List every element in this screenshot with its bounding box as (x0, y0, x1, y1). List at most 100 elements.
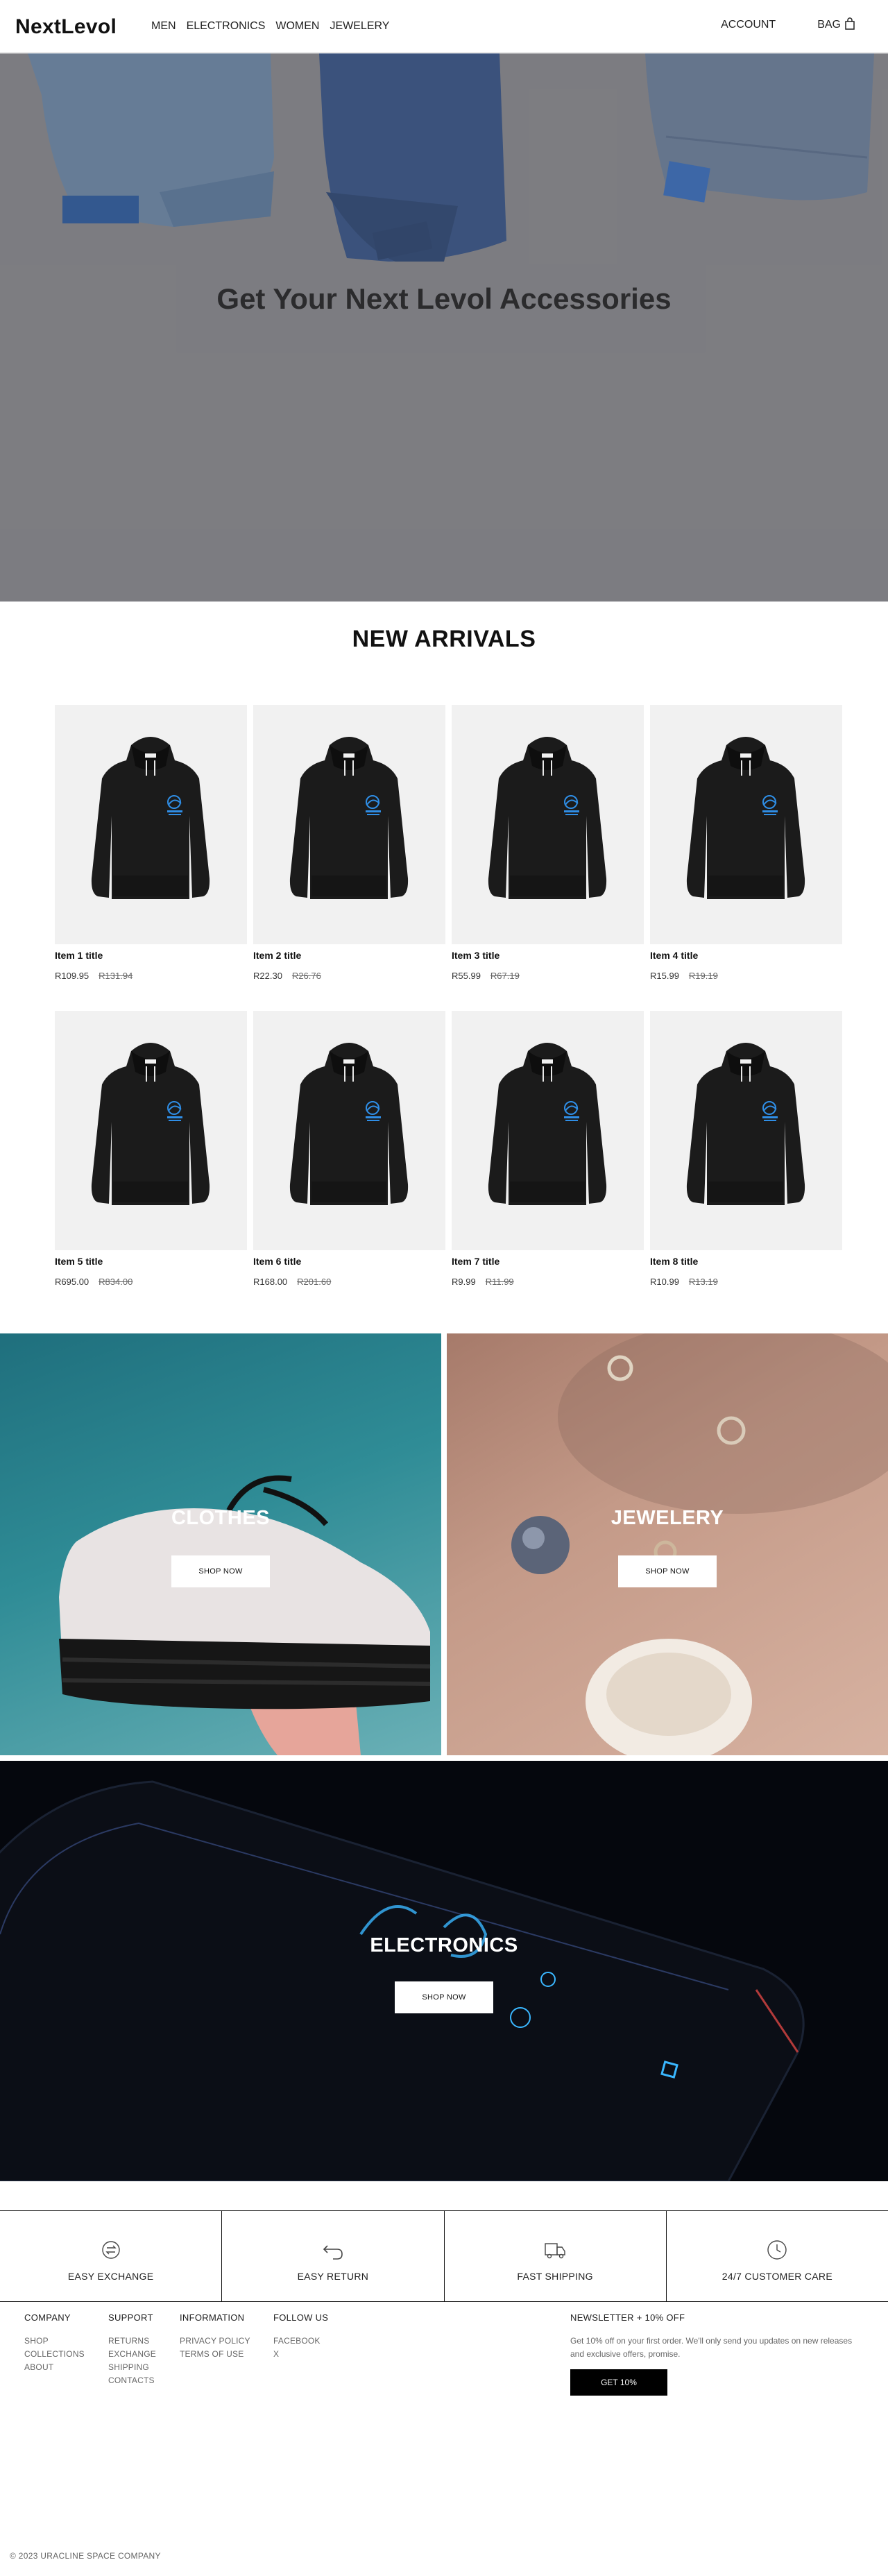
hero-overlay (0, 53, 888, 602)
footer-newsletter: NEWSLETTER + 10% OFF Get 10% off on your… (570, 2312, 862, 2396)
electronics-phone-image (0, 1761, 888, 2181)
hoodie-image (289, 1043, 409, 1205)
new-arrivals-title: NEW ARRIVALS (352, 626, 536, 652)
nav-men[interactable]: MEN (151, 20, 176, 33)
nav-jewelery[interactable]: JEWELERY (330, 20, 389, 33)
product-prices: R695.00 R834.00 (55, 1277, 247, 1287)
product-image (55, 1011, 247, 1250)
product-card[interactable]: Item 4 title R15.99 R19.19 (650, 705, 842, 1011)
category-tile-electronics[interactable]: ELECTRONICS SHOP NOW (0, 1761, 888, 2181)
product-title: Item 4 title (650, 950, 699, 961)
nav-electronics[interactable]: ELECTRONICS (187, 20, 266, 33)
product-card[interactable]: Item 7 title R9.99 R11.99 (452, 1011, 644, 1317)
footer-support-title: SUPPORT (108, 2312, 153, 2323)
category-tile-clothes[interactable]: CLOTHES SHOP NOW (0, 1333, 441, 1755)
footer-company-title: COMPANY (24, 2312, 71, 2323)
footer-link-privacy[interactable]: PRIVACY POLICY (180, 2335, 250, 2348)
product-prices: R9.99 R11.99 (452, 1277, 644, 1287)
footer-information: INFORMATION PRIVACY POLICY TERMS OF USE (180, 2312, 250, 2361)
product-price: R15.99 (650, 971, 679, 981)
newsletter-text: Get 10% off on your first order. We'll o… (570, 2336, 853, 2359)
product-title: Item 7 title (452, 1256, 500, 1267)
product-old-price: R834.00 (99, 1277, 133, 1287)
product-prices: R22.30 R26.76 (253, 971, 445, 981)
shopping-bag-icon (845, 17, 855, 30)
hoodie-image (91, 1043, 210, 1205)
product-image (253, 705, 445, 944)
product-image (253, 1011, 445, 1250)
newsletter-button[interactable]: GET 10% (570, 2369, 667, 2396)
footer-link-terms[interactable]: TERMS OF USE (180, 2348, 250, 2361)
hoodie-image (289, 737, 409, 899)
product-image (650, 1011, 842, 1250)
copyright: © 2023 URACLINE SPACE COMPANY (10, 2551, 161, 2561)
footer-link-x[interactable]: X (273, 2348, 328, 2361)
product-price: R9.99 (452, 1277, 476, 1287)
service-easy-return[interactable]: EASY RETURN (222, 2211, 445, 2301)
product-old-price: R13.19 (688, 1277, 718, 1287)
account-link[interactable]: ACCOUNT (721, 19, 776, 31)
jewelery-label: JEWELERY (610, 1507, 724, 1529)
site-footer: COMPANY SHOP COLLECTIONS ABOUT SUPPORT R… (0, 2303, 888, 2576)
product-title: Item 5 title (55, 1256, 103, 1267)
product-image (650, 705, 842, 944)
footer-link-shop[interactable]: SHOP (24, 2335, 85, 2348)
service-easy-exchange[interactable]: EASY EXCHANGE (0, 2211, 223, 2301)
footer-link-exchange[interactable]: EXCHANGE (108, 2348, 156, 2361)
product-old-price: R11.99 (485, 1277, 514, 1287)
header-actions: ACCOUNT BAG (721, 17, 855, 31)
product-prices: R109.95 R131.94 (55, 971, 247, 981)
shop-jewelery-button[interactable]: SHOP NOW (618, 1555, 717, 1587)
product-prices: R15.99 R19.19 (650, 971, 842, 981)
footer-link-facebook[interactable]: FACEBOOK (273, 2335, 328, 2348)
category-tiles: CLOTHES SHOP NOW JEWELERY SHOP NOW (0, 1333, 888, 1755)
footer-link-shipping[interactable]: SHIPPING (108, 2361, 156, 2374)
return-arrow-icon (323, 2245, 343, 2260)
footer-company: COMPANY SHOP COLLECTIONS ABOUT (24, 2312, 85, 2374)
category-tile-jewelery[interactable]: JEWELERY SHOP NOW (447, 1333, 888, 1755)
hoodie-image (488, 1043, 607, 1205)
footer-link-about[interactable]: ABOUT (24, 2361, 85, 2374)
product-title: Item 2 title (253, 950, 302, 961)
nav-women[interactable]: WOMEN (275, 20, 319, 33)
bag-link[interactable]: BAG (817, 17, 855, 31)
product-prices: R168.00 R201.60 (253, 1277, 445, 1287)
product-card[interactable]: Item 6 title R168.00 R201.60 (253, 1011, 445, 1317)
jewelery-image (511, 1333, 888, 1755)
service-label: 24/7 CUSTOMER CARE (722, 2271, 832, 2282)
product-title: Item 8 title (650, 1256, 699, 1267)
product-image (55, 705, 247, 944)
footer-link-returns[interactable]: RETURNS (108, 2335, 156, 2348)
truck-icon (545, 2243, 565, 2259)
product-price: R695.00 (55, 1277, 89, 1287)
shop-clothes-button[interactable]: SHOP NOW (171, 1555, 270, 1587)
clothes-shoe-image (59, 1475, 431, 1755)
footer-link-collections[interactable]: COLLECTIONS (24, 2348, 85, 2361)
product-title: Item 6 title (253, 1256, 302, 1267)
product-old-price: R67.19 (490, 971, 520, 981)
product-card[interactable]: Item 2 title R22.30 R26.76 (253, 705, 445, 1011)
shop-electronics-button[interactable]: SHOP NOW (395, 1981, 493, 2013)
electronics-label: ELECTRONICS (370, 1934, 518, 1956)
hoodie-image (91, 737, 210, 899)
product-card[interactable]: Item 1 title R109.95 R131.94 (55, 705, 247, 1011)
service-bar: EASY EXCHANGE EASY RETURN FAST SHIPPING … (0, 2210, 888, 2302)
footer-follow: FOLLOW US FACEBOOK X (273, 2312, 328, 2361)
footer-link-contacts[interactable]: CONTACTS (108, 2374, 156, 2387)
site-logo[interactable]: NextLevol (15, 15, 117, 39)
service-customer-care[interactable]: 24/7 CUSTOMER CARE (667, 2211, 888, 2301)
product-title: Item 1 title (55, 950, 103, 961)
product-price: R168.00 (253, 1277, 288, 1287)
product-image (452, 1011, 644, 1250)
service-fast-shipping[interactable]: FAST SHIPPING (445, 2211, 667, 2301)
product-grid: Item 1 title R109.95 R131.94 Item 2 titl… (55, 705, 843, 1317)
footer-support: SUPPORT RETURNS EXCHANGE SHIPPING CONTAC… (108, 2312, 156, 2387)
hoodie-image (686, 1043, 805, 1205)
clock-icon (767, 2240, 787, 2260)
product-title: Item 3 title (452, 950, 500, 961)
product-card[interactable]: Item 3 title R55.99 R67.19 (452, 705, 644, 1011)
product-card[interactable]: Item 5 title R695.00 R834.00 (55, 1011, 247, 1317)
product-card[interactable]: Item 8 title R10.99 R13.19 (650, 1011, 842, 1317)
product-old-price: R19.19 (688, 971, 718, 981)
product-image (452, 705, 644, 944)
